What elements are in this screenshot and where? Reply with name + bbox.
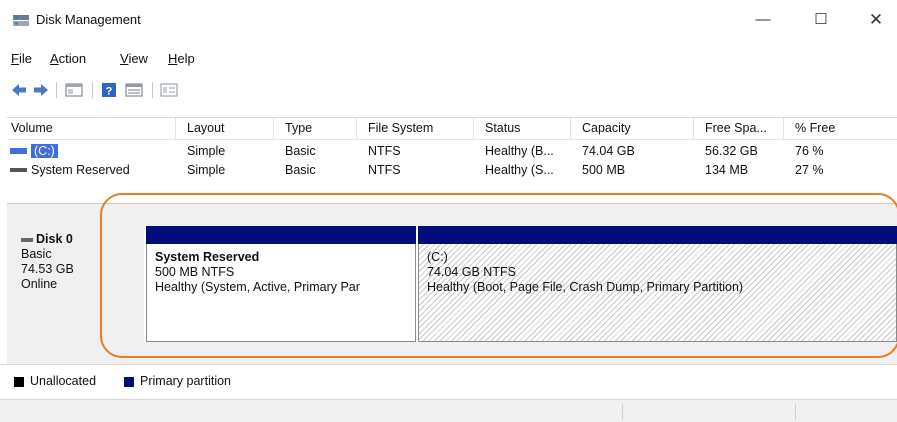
legend: Unallocated Primary partition (0, 364, 897, 398)
volume-type: Basic (285, 144, 316, 158)
disk-list-icon[interactable] (124, 80, 144, 100)
disk-kind: Basic (21, 247, 52, 261)
maximize-button[interactable]: ☐ (806, 8, 836, 32)
table-row[interactable]: (C:) Simple Basic NTFS Healthy (B... 74.… (7, 143, 897, 161)
volume-free-space: 56.32 GB (705, 144, 758, 158)
column-divider[interactable] (356, 118, 357, 140)
status-divider (795, 404, 796, 420)
volume-list-header: Volume Layout Type File System Status Ca… (7, 118, 897, 140)
col-file-system[interactable]: File System (368, 121, 433, 135)
menu-action-label: ction (58, 51, 87, 66)
menu-action[interactable]: Action (50, 51, 86, 66)
menu-view-label: iew (128, 51, 148, 66)
legend-primary-label: Primary partition (140, 374, 231, 388)
toolbar-separator (92, 82, 93, 98)
col-percent-free[interactable]: % Free (795, 121, 835, 135)
col-layout[interactable]: Layout (187, 121, 225, 135)
volume-capacity: 74.04 GB (582, 144, 635, 158)
legend-unallocated-label: Unallocated (30, 374, 97, 388)
volume-layout: Simple (187, 144, 226, 158)
volume-icon (10, 148, 27, 154)
toolbar: ? (0, 76, 897, 106)
toolbar-separator (152, 82, 153, 98)
toolbar-separator (56, 82, 57, 98)
properties-icon[interactable] (159, 80, 179, 100)
col-free-space[interactable]: Free Spa... (705, 121, 767, 135)
volume-free-space: 134 MB (705, 163, 749, 177)
volume-layout: Simple (187, 163, 226, 177)
menu-help-label: elp (177, 51, 195, 66)
menu-bar: File Action View Help (0, 48, 897, 70)
disk-size: 74.53 GB (21, 262, 74, 276)
menu-action-mnemonic: A (50, 51, 59, 66)
col-volume[interactable]: Volume (11, 121, 53, 135)
col-status[interactable]: Status (485, 121, 520, 135)
highlight-annotation (100, 193, 897, 358)
volume-status: Healthy (S... (485, 163, 554, 177)
disk-name: Disk 0 (36, 232, 73, 246)
svg-text:?: ? (106, 86, 113, 98)
volume-name: (C:) (31, 144, 58, 158)
disk-info[interactable]: Disk 0 Basic 74.53 GB Online (21, 232, 74, 292)
menu-file-label: ile (18, 51, 32, 66)
volume-file-system: NTFS (368, 163, 401, 177)
column-divider[interactable] (570, 118, 571, 140)
window-title: Disk Management (36, 12, 141, 27)
disk-icon (21, 237, 33, 242)
console-tree-icon[interactable] (64, 80, 84, 100)
disk-management-app-icon (13, 15, 29, 26)
volume-icon (10, 168, 27, 172)
unallocated-swatch (14, 377, 24, 387)
volume-name: System Reserved (31, 163, 130, 177)
title-bar: Disk Management — ☐ ✕ (0, 0, 897, 40)
table-row[interactable]: System Reserved Simple Basic NTFS Health… (7, 162, 897, 180)
volume-type: Basic (285, 163, 316, 177)
menu-file-mnemonic: F (11, 51, 19, 66)
col-type[interactable]: Type (285, 121, 312, 135)
volume-list: Volume Layout Type File System Status Ca… (7, 117, 897, 199)
forward-arrow-icon[interactable] (32, 80, 50, 100)
column-divider[interactable] (175, 118, 176, 140)
volume-capacity: 500 MB (582, 163, 626, 177)
minimize-button[interactable]: — (748, 8, 778, 32)
menu-help-mnemonic: H (168, 51, 178, 66)
col-capacity[interactable]: Capacity (582, 121, 631, 135)
primary-partition-swatch (124, 377, 134, 387)
menu-help[interactable]: Help (168, 51, 195, 66)
status-divider (622, 404, 623, 420)
volume-percent-free: 27 % (795, 163, 824, 177)
back-arrow-icon[interactable] (10, 80, 28, 100)
volume-percent-free: 76 % (795, 144, 824, 158)
column-divider[interactable] (273, 118, 274, 140)
volume-file-system: NTFS (368, 144, 401, 158)
help-icon[interactable]: ? (99, 80, 119, 100)
menu-file[interactable]: File (11, 51, 32, 66)
column-divider[interactable] (693, 118, 694, 140)
volume-status: Healthy (B... (485, 144, 554, 158)
column-divider[interactable] (473, 118, 474, 140)
status-bar (0, 399, 897, 422)
column-divider[interactable] (783, 118, 784, 140)
disk-state: Online (21, 277, 58, 291)
close-button[interactable]: ✕ (861, 8, 891, 32)
menu-view[interactable]: View (120, 51, 148, 66)
